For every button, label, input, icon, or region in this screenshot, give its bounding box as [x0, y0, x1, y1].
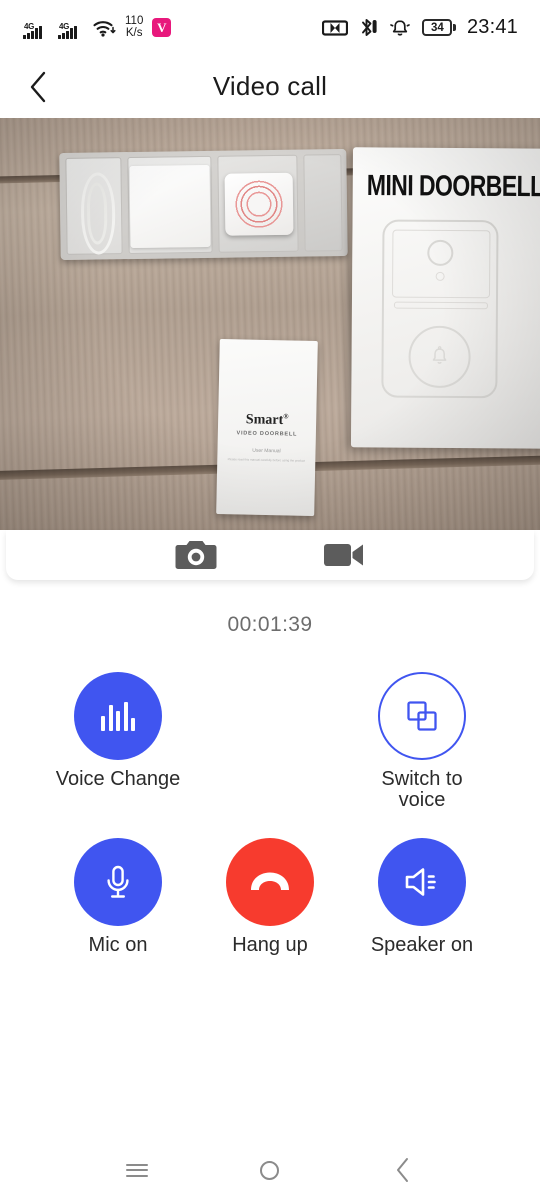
speaker-toggle-label: Speaker on: [370, 935, 474, 956]
status-bar-clock: 23:41: [466, 16, 518, 38]
menu-icon: [125, 1160, 148, 1180]
call-controls-row-2: Mic on Hang up Speaker on: [0, 838, 540, 956]
booklet-brand-mark: ®: [283, 412, 289, 421]
alarm-bell-icon: [389, 18, 411, 37]
android-nav-bar: [0, 1140, 540, 1200]
switch-to-voice-button[interactable]: Switch to voice: [358, 672, 486, 810]
tray-cell-cable: [65, 157, 123, 255]
camera-icon: [175, 541, 217, 569]
circle-home-icon: [260, 1160, 280, 1180]
retail-box-title: MINI DOORBELL: [366, 169, 540, 204]
call-duration: 00:01:39: [227, 613, 313, 636]
battery-level-label: 34: [422, 19, 453, 36]
battery-icon: 34: [422, 19, 456, 36]
mic-toggle-button[interactable]: Mic on: [54, 838, 182, 956]
speaker-icon: [405, 868, 436, 896]
record-video-button[interactable]: [316, 534, 372, 576]
app-badge-icon: V: [152, 18, 172, 37]
voice-change-circle: [74, 672, 162, 760]
status-bar: 4G 4G 110 K/s V 34 23:41: [0, 0, 540, 55]
header-back-button[interactable]: [14, 63, 62, 111]
hang-up-button[interactable]: Hang up: [206, 838, 334, 956]
network-speed-icon: 110 K/s: [125, 14, 144, 39]
tray-cell-chime: [217, 154, 299, 253]
mic-toggle-label: Mic on: [88, 935, 148, 956]
nav-recents-button[interactable]: [107, 1147, 167, 1193]
hang-up-circle: [226, 838, 314, 926]
video-call-screen: 4G 4G 110 K/s V 34 23:41 Video call Smar…: [0, 0, 540, 1200]
switch-to-voice-label: Switch to voice: [381, 769, 463, 810]
microphone-icon: [107, 865, 129, 898]
screenshot-button[interactable]: [168, 534, 224, 576]
tray-cell-empty: [303, 154, 343, 252]
call-controls: Voice Change Switch to voice Mic on Hang…: [0, 672, 540, 956]
vr-glasses-icon: [322, 19, 349, 36]
hang-up-label: Hang up: [232, 935, 308, 956]
booklet-subtitle-2: User Manual: [252, 447, 281, 454]
speaker-toggle-circle: [378, 838, 466, 926]
bell-glyph-icon: [432, 346, 447, 364]
chevron-left-icon: [30, 71, 46, 102]
wifi-icon: [92, 18, 116, 38]
nav-back-button[interactable]: [373, 1147, 433, 1193]
nav-home-button[interactable]: [240, 1147, 300, 1193]
app-header: Video call: [0, 55, 540, 118]
net-speed-value: 110: [125, 14, 144, 27]
mic-toggle-circle: [74, 838, 162, 926]
switch-to-voice-circle: [378, 672, 466, 760]
booklet-fineprint: Please read this manual carefully before…: [227, 456, 306, 463]
call-controls-row-1: Voice Change Switch to voice: [0, 672, 540, 810]
phone-hangup-icon: [251, 872, 289, 890]
booklet-brand: Smart: [245, 412, 284, 428]
signal-4g-icon-2: 4G: [57, 17, 83, 39]
chevron-left-icon: [397, 1158, 409, 1182]
controls-spacer: [206, 672, 334, 810]
speaker-toggle-button[interactable]: Speaker on: [358, 838, 486, 956]
doorbell-illustration: [381, 219, 499, 399]
swap-squares-icon: [407, 701, 437, 731]
tray-cell-box: [127, 155, 213, 255]
net-speed-unit: K/s: [125, 26, 143, 39]
status-bar-right: 34 23:41: [322, 16, 518, 39]
booklet-subtitle: VIDEO DOORBELL: [236, 430, 298, 438]
signal-4g-icon-1: 4G: [22, 17, 48, 39]
page-title: Video call: [212, 71, 328, 101]
status-bar-left: 4G 4G 110 K/s V: [22, 14, 172, 39]
video-feed[interactable]: Smart® VIDEO DOORBELL User Manual Please…: [0, 118, 540, 530]
capture-toolbar: [6, 530, 534, 580]
manual-booklet: Smart® VIDEO DOORBELL User Manual Please…: [216, 338, 318, 517]
retail-box: MINI DOORBELL: [350, 147, 540, 449]
voice-change-label: Voice Change: [55, 769, 181, 790]
voice-change-button[interactable]: Voice Change: [54, 672, 182, 810]
video-camera-icon: [324, 544, 363, 566]
accessory-tray: [59, 149, 348, 260]
bluetooth-icon: [359, 17, 378, 38]
equalizer-icon: [101, 701, 135, 731]
